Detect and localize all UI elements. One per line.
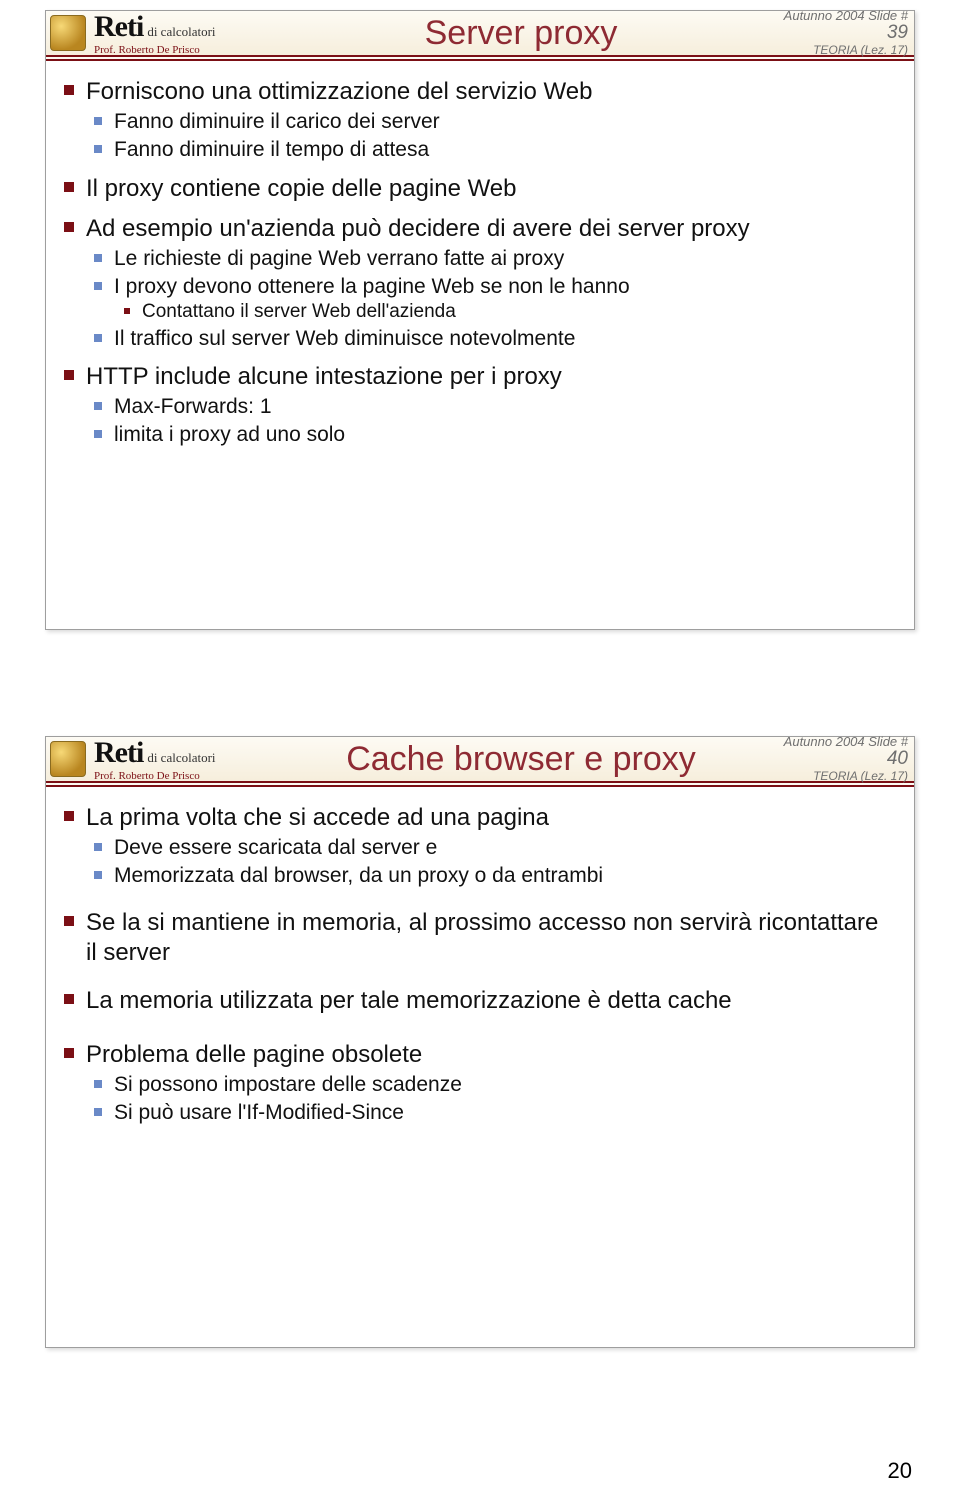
bullet: Contattano il server Web dell'azienda — [114, 300, 884, 324]
bullet: Max-Forwards: 1 — [86, 394, 884, 420]
bullet: HTTP include alcune intestazione per i p… — [58, 362, 884, 449]
meta-term: Autunno 2004 Slide # — [784, 8, 908, 23]
brand-sub: di calcolatori — [147, 24, 215, 40]
bullet-text: Forniscono una ottimizzazione del serviz… — [86, 78, 592, 105]
slide-header: Reti di calcolatori Prof. Roberto De Pri… — [46, 737, 914, 787]
bullet: Si può usare l'If-Modified-Since — [86, 1100, 884, 1126]
bullet: La prima volta che si accede ad una pagi… — [58, 803, 884, 890]
brand-block: Reti di calcolatori Prof. Roberto De Pri… — [94, 736, 284, 782]
meta-line2: TEORIA (Lez. 17) — [813, 44, 908, 57]
bullet: Deve essere scaricata dal server e — [86, 835, 884, 861]
slide-content: La prima volta che si accede ad una pagi… — [46, 787, 914, 1146]
bullet: Fanno diminuire il tempo di attesa — [86, 137, 884, 163]
slide-content: Forniscono una ottimizzazione del serviz… — [46, 61, 914, 469]
crest-icon — [50, 15, 86, 51]
bullet: Il proxy contiene copie delle pagine Web — [58, 174, 884, 204]
slide-title: Server proxy — [284, 14, 758, 53]
slide-title: Cache browser e proxy — [284, 740, 758, 779]
bullet: Fanno diminuire il carico dei server — [86, 109, 884, 135]
bullet: Si possono impostare delle scadenze — [86, 1072, 884, 1098]
bullet: Le richieste di pagine Web verrano fatte… — [86, 246, 884, 272]
bullet: Se la si mantiene in memoria, al prossim… — [58, 908, 884, 968]
bullet: Forniscono una ottimizzazione del serviz… — [58, 77, 884, 164]
slide-header: Reti di calcolatori Prof. Roberto De Pri… — [46, 11, 914, 61]
bullet: Problema delle pagine obsolete Si posson… — [58, 1040, 884, 1127]
slide-39: Reti di calcolatori Prof. Roberto De Pri… — [45, 10, 915, 630]
bullet: Il traffico sul server Web diminuisce no… — [86, 326, 884, 352]
brand-prof: Prof. Roberto De Prisco — [94, 44, 284, 56]
meta-number: 39 — [887, 23, 908, 44]
bullet: Ad esempio un'azienda può decidere di av… — [58, 214, 884, 353]
brand-block: Reti di calcolatori Prof. Roberto De Pri… — [94, 10, 284, 56]
crest-icon — [50, 741, 86, 777]
slide-40: Reti di calcolatori Prof. Roberto De Pri… — [45, 736, 915, 1348]
brand-prof: Prof. Roberto De Prisco — [94, 770, 284, 782]
bullet: La memoria utilizzata per tale memorizza… — [58, 986, 884, 1016]
page-number: 20 — [888, 1458, 912, 1484]
bullet: I proxy devono ottenere la pagine Web se… — [86, 274, 884, 324]
slide-meta: Autunno 2004 Slide # 39 TEORIA (Lez. 17) — [758, 9, 908, 57]
meta-line2: TEORIA (Lez. 17) — [813, 770, 908, 783]
meta-number: 40 — [887, 749, 908, 770]
brand-sub: di calcolatori — [147, 750, 215, 766]
bullet: limita i proxy ad uno solo — [86, 422, 884, 448]
meta-term: Autunno 2004 Slide # — [784, 734, 908, 749]
slide-meta: Autunno 2004 Slide # 40 TEORIA (Lez. 17) — [758, 735, 908, 783]
bullet: Memorizzata dal browser, da un proxy o d… — [86, 863, 884, 889]
brand-name: Reti — [94, 10, 143, 44]
brand-name: Reti — [94, 736, 143, 770]
